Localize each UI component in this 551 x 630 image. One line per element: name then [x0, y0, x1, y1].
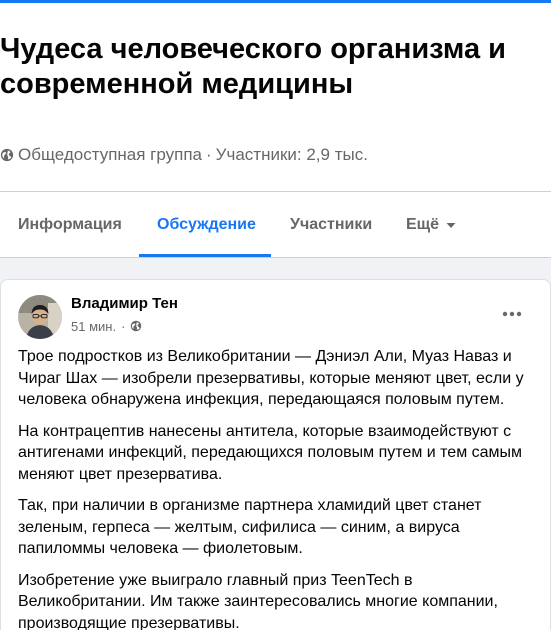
group-privacy: Общедоступная группа	[18, 145, 202, 164]
more-horizontal-icon	[502, 311, 522, 317]
post-paragraph: Трое подростков из Великобритании — Дэни…	[18, 348, 524, 408]
post-meta: 51 мин. ·	[71, 318, 142, 334]
tab-more[interactable]: Ещё	[406, 192, 457, 257]
globe-icon	[131, 320, 142, 332]
avatar-photo	[18, 295, 62, 339]
tab-more-label: Ещё	[406, 215, 440, 233]
active-tab-indicator	[139, 254, 271, 257]
tab-members-label: Участники	[290, 215, 373, 233]
post-menu-button[interactable]	[496, 303, 528, 325]
post-paragraph: На контрацептив нанесены антитела, котор…	[18, 422, 523, 483]
post-meta-separator: ·	[121, 318, 126, 334]
post-card: Владимир Тен 51 мин. · Трое подростков и…	[0, 279, 551, 630]
group-members-count[interactable]: Участники: 2,9 тыс.	[216, 145, 368, 165]
tab-discussion[interactable]: Обсуждение	[157, 192, 256, 257]
caret-down-icon	[446, 222, 456, 228]
post-paragraph: Изобретение уже выиграло главный приз Te…	[18, 571, 498, 630]
tab-information-label: Информация	[18, 215, 122, 233]
meta-separator: ·	[206, 145, 212, 164]
avatar[interactable]	[18, 295, 62, 339]
globe-icon	[0, 148, 14, 162]
group-title: Чудеса человеческого организма и совреме…	[0, 33, 506, 100]
group-meta: Общедоступная группа · Участники: 2,9 ты…	[0, 145, 368, 165]
tab-members[interactable]: Участники	[290, 192, 372, 257]
post-author[interactable]: Владимир Тен	[71, 295, 178, 312]
group-header: Чудеса человеческого организма и совреме…	[0, 3, 551, 191]
post-paragraph: Так, при наличии в организме партнера хл…	[18, 497, 482, 557]
post-time[interactable]: 51 мин.	[71, 319, 116, 334]
group-tabs: Информация Обсуждение Участники Ещё	[0, 192, 551, 258]
post-body: Трое подростков из Великобритании — Дэни…	[18, 346, 538, 630]
tab-discussion-label: Обсуждение	[157, 215, 256, 233]
tab-information[interactable]: Информация	[18, 192, 122, 257]
